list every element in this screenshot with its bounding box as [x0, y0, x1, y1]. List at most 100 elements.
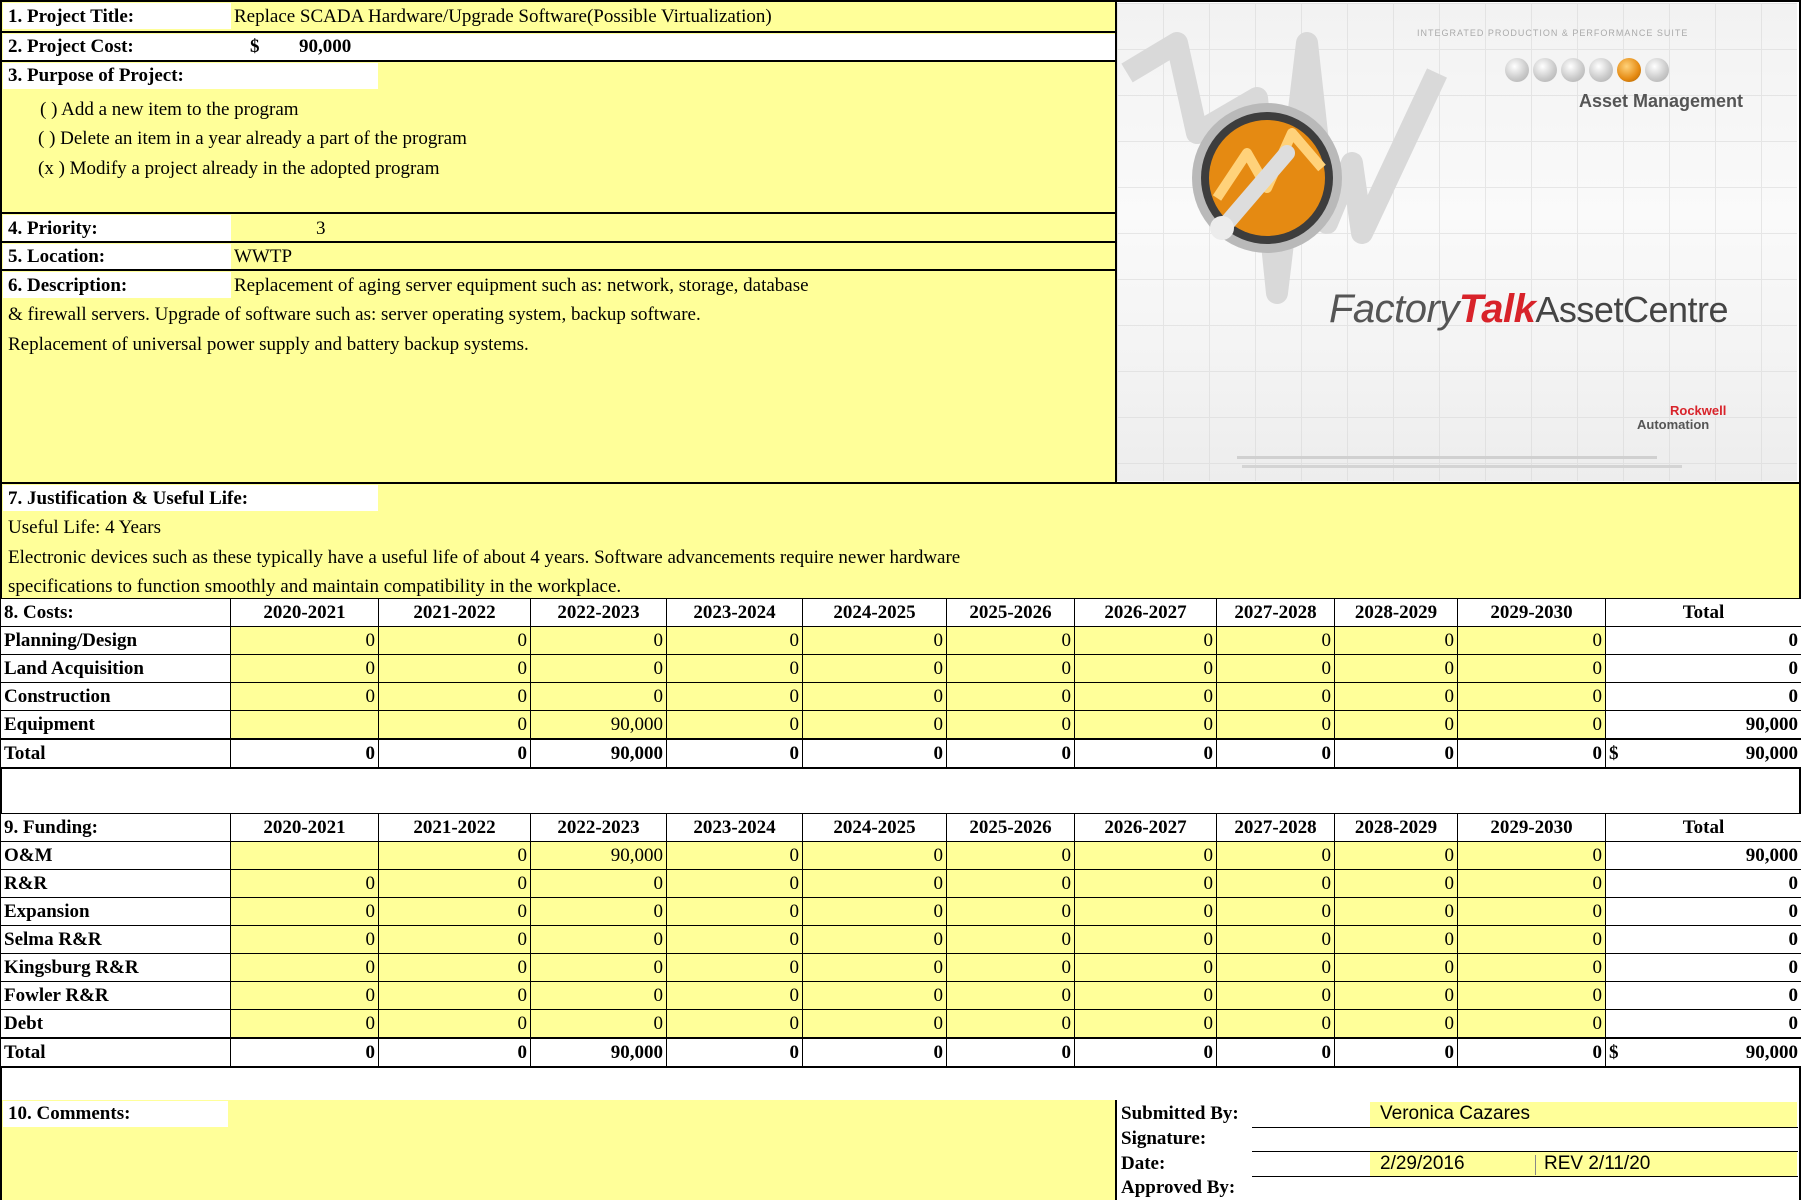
justification-line-2[interactable]: Electronic devices such as these typical…: [8, 547, 960, 569]
funding-cell[interactable]: 0: [230, 953, 379, 982]
costs-cell[interactable]: 0: [1074, 626, 1217, 655]
funding-cell[interactable]: 0: [1074, 925, 1217, 954]
revision-value[interactable]: REV 2/11/20: [1544, 1153, 1650, 1175]
costs-cell[interactable]: 0: [946, 710, 1075, 740]
costs-cell[interactable]: 0: [1216, 654, 1335, 683]
costs-cell[interactable]: 90,000: [530, 710, 667, 740]
costs-cell[interactable]: 0: [378, 626, 531, 655]
funding-cell[interactable]: 0: [946, 953, 1075, 982]
funding-cell[interactable]: 0: [802, 925, 947, 954]
funding-cell[interactable]: 0: [1334, 925, 1458, 954]
funding-cell[interactable]: 0: [1334, 953, 1458, 982]
costs-cell[interactable]: 0: [802, 682, 947, 711]
costs-cell[interactable]: 0: [1074, 710, 1217, 740]
funding-cell[interactable]: 0: [530, 1009, 667, 1039]
costs-cell[interactable]: 0: [1216, 682, 1335, 711]
costs-cell[interactable]: 0: [1457, 682, 1606, 711]
costs-cell[interactable]: 0: [1074, 654, 1217, 683]
funding-cell[interactable]: 0: [666, 1009, 803, 1039]
submitted-by-value[interactable]: Veronica Cazares: [1380, 1103, 1530, 1125]
funding-cell[interactable]: 0: [230, 869, 379, 898]
funding-cell[interactable]: 0: [1457, 1009, 1606, 1039]
description-line-3[interactable]: Replacement of universal power supply an…: [8, 334, 529, 356]
funding-cell[interactable]: 0: [1074, 981, 1217, 1010]
funding-cell[interactable]: [230, 841, 379, 870]
funding-cell[interactable]: 0: [1074, 841, 1217, 870]
funding-cell[interactable]: 0: [946, 869, 1075, 898]
funding-cell[interactable]: 0: [666, 925, 803, 954]
costs-cell[interactable]: 0: [1216, 710, 1335, 740]
costs-cell[interactable]: 0: [1334, 710, 1458, 740]
costs-cell[interactable]: 0: [378, 710, 531, 740]
funding-cell[interactable]: 0: [230, 981, 379, 1010]
funding-cell[interactable]: 0: [946, 981, 1075, 1010]
funding-cell[interactable]: 0: [1074, 953, 1217, 982]
costs-cell[interactable]: [230, 710, 379, 740]
funding-cell[interactable]: 0: [666, 841, 803, 870]
costs-cell[interactable]: 0: [946, 626, 1075, 655]
costs-cell[interactable]: 0: [802, 654, 947, 683]
costs-cell[interactable]: 0: [378, 682, 531, 711]
funding-cell[interactable]: 0: [1216, 953, 1335, 982]
funding-cell[interactable]: 0: [1334, 981, 1458, 1010]
costs-cell[interactable]: 0: [230, 626, 379, 655]
funding-cell[interactable]: 0: [378, 1009, 531, 1039]
funding-cell[interactable]: 0: [378, 869, 531, 898]
date-value[interactable]: 2/29/2016: [1380, 1153, 1465, 1175]
funding-cell[interactable]: 0: [946, 925, 1075, 954]
funding-cell[interactable]: 0: [1457, 841, 1606, 870]
funding-cell[interactable]: 0: [1216, 981, 1335, 1010]
funding-cell[interactable]: 0: [666, 953, 803, 982]
priority-value[interactable]: 3: [316, 218, 326, 240]
funding-cell[interactable]: 0: [1216, 1009, 1335, 1039]
project-title-value[interactable]: Replace SCADA Hardware/Upgrade Software(…: [234, 6, 772, 28]
funding-cell[interactable]: 0: [802, 897, 947, 926]
costs-cell[interactable]: 0: [666, 682, 803, 711]
funding-cell[interactable]: 0: [230, 1009, 379, 1039]
funding-cell[interactable]: 0: [802, 841, 947, 870]
costs-cell[interactable]: 0: [530, 654, 667, 683]
costs-cell[interactable]: 0: [946, 654, 1075, 683]
costs-cell[interactable]: 0: [1457, 710, 1606, 740]
project-cost-value[interactable]: 90,000: [299, 36, 351, 58]
funding-cell[interactable]: 0: [1457, 925, 1606, 954]
costs-cell[interactable]: 0: [530, 626, 667, 655]
funding-cell[interactable]: 0: [946, 1009, 1075, 1039]
funding-cell[interactable]: 0: [1216, 869, 1335, 898]
funding-cell[interactable]: 0: [530, 981, 667, 1010]
funding-cell[interactable]: 0: [1334, 897, 1458, 926]
costs-cell[interactable]: 0: [1457, 626, 1606, 655]
costs-cell[interactable]: 0: [666, 654, 803, 683]
costs-cell[interactable]: 0: [1334, 626, 1458, 655]
costs-cell[interactable]: 0: [666, 626, 803, 655]
funding-cell[interactable]: 0: [1457, 981, 1606, 1010]
location-value[interactable]: WWTP: [234, 246, 292, 268]
costs-cell[interactable]: 0: [666, 710, 803, 740]
funding-cell[interactable]: 0: [666, 981, 803, 1010]
funding-cell[interactable]: 0: [946, 897, 1075, 926]
funding-cell[interactable]: 0: [1074, 869, 1217, 898]
funding-cell[interactable]: 0: [530, 869, 667, 898]
funding-cell[interactable]: 0: [666, 869, 803, 898]
description-line-1[interactable]: Replacement of aging server equipment su…: [234, 275, 809, 297]
funding-cell[interactable]: 0: [378, 925, 531, 954]
costs-cell[interactable]: 0: [802, 710, 947, 740]
funding-cell[interactable]: 90,000: [530, 841, 667, 870]
funding-cell[interactable]: 0: [1216, 925, 1335, 954]
funding-cell[interactable]: 0: [1457, 897, 1606, 926]
funding-cell[interactable]: 0: [1074, 1009, 1217, 1039]
costs-cell[interactable]: 0: [378, 654, 531, 683]
funding-cell[interactable]: 0: [666, 897, 803, 926]
funding-cell[interactable]: 0: [802, 981, 947, 1010]
funding-cell[interactable]: 0: [230, 897, 379, 926]
funding-cell[interactable]: 0: [1216, 897, 1335, 926]
funding-cell[interactable]: 0: [802, 1009, 947, 1039]
funding-cell[interactable]: 0: [1334, 869, 1458, 898]
costs-cell[interactable]: 0: [530, 682, 667, 711]
costs-cell[interactable]: 0: [946, 682, 1075, 711]
funding-cell[interactable]: 0: [1457, 953, 1606, 982]
funding-cell[interactable]: 0: [802, 869, 947, 898]
costs-cell[interactable]: 0: [230, 682, 379, 711]
funding-cell[interactable]: 0: [378, 841, 531, 870]
funding-cell[interactable]: 0: [230, 925, 379, 954]
